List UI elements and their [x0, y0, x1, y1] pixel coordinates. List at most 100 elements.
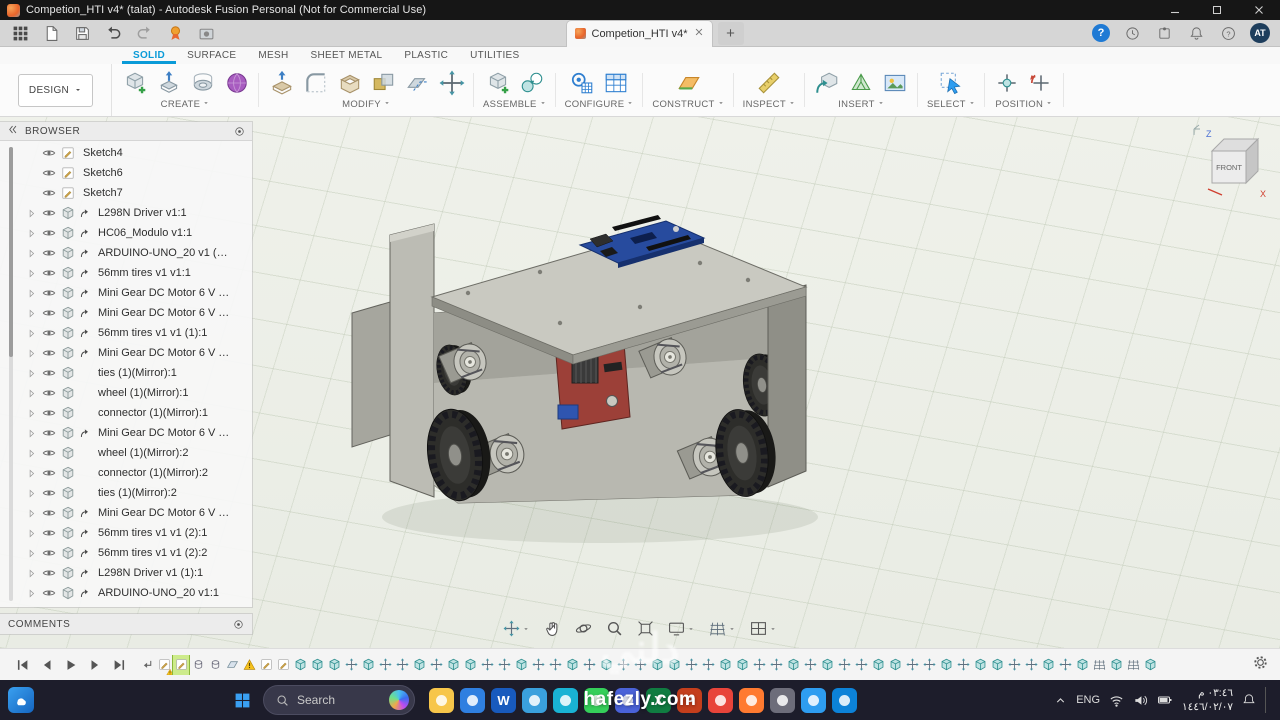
browser-display-toggle-icon[interactable]	[234, 126, 245, 137]
tray-chevron-icon[interactable]	[1054, 694, 1067, 707]
visibility-eye-icon[interactable]	[42, 186, 60, 200]
visibility-eye-icon[interactable]	[42, 286, 60, 300]
visibility-eye-icon[interactable]	[42, 406, 60, 420]
browser-item-label[interactable]: Mini Gear DC Motor 6 V Yellow v2...	[98, 347, 230, 359]
timeline-feature-move[interactable]	[802, 655, 818, 675]
timeline-feature-move[interactable]	[530, 655, 546, 675]
timeline-feature-comp[interactable]	[309, 655, 325, 675]
timeline-feature-comp[interactable]	[938, 655, 954, 675]
document-tab[interactable]: Competion_HTI v4*	[565, 19, 713, 47]
timeline-skip-start-button[interactable]	[14, 656, 31, 673]
viewports-icon[interactable]	[750, 620, 777, 637]
timeline-feature-comp[interactable]	[989, 655, 1005, 675]
press-pull-icon[interactable]	[268, 69, 295, 96]
timeline-feature-comp[interactable]	[564, 655, 580, 675]
expand-arrow-icon[interactable]	[26, 528, 39, 539]
help-icon[interactable]: ?	[1218, 23, 1238, 43]
timeline-feature-comp[interactable]	[598, 655, 614, 675]
language-indicator[interactable]: ENG	[1076, 694, 1100, 706]
timeline-feature-grid[interactable]	[1091, 655, 1107, 675]
timeline-feature-hole[interactable]	[207, 655, 223, 675]
close-button[interactable]	[1238, 0, 1280, 20]
browser-item-label[interactable]: ARDUINO-UNO_20 v1 (1):1	[98, 247, 230, 259]
timeline-feature-comp[interactable]	[445, 655, 461, 675]
visibility-eye-icon[interactable]	[42, 426, 60, 440]
ribbon-tab-sheet-metal[interactable]: SHEET METAL	[300, 47, 394, 64]
expand-arrow-icon[interactable]	[26, 208, 39, 219]
comments-toggle-icon[interactable]	[233, 619, 244, 630]
browser-item-label[interactable]: ties (1)(Mirror):1	[98, 367, 177, 379]
collapse-panel-icon[interactable]	[7, 124, 18, 138]
visibility-eye-icon[interactable]	[42, 206, 60, 220]
vscode-icon[interactable]	[832, 687, 857, 713]
browser-item-label[interactable]: connector (1)(Mirror):1	[98, 407, 208, 419]
display-settings-icon[interactable]	[668, 620, 695, 637]
pan-icon[interactable]	[544, 620, 561, 637]
timeline-feature-move[interactable]	[1006, 655, 1022, 675]
select-window-icon[interactable]	[938, 69, 965, 96]
position-icon[interactable]	[503, 620, 530, 637]
widgets-icon[interactable]	[8, 687, 34, 713]
expand-arrow-icon[interactable]	[26, 308, 39, 319]
visibility-eye-icon[interactable]	[42, 166, 60, 180]
browser-item-mini-gear-dc-motor-6-v-yellow-v2[interactable]: Mini Gear DC Motor 6 V Yellow v2...	[0, 503, 252, 523]
browser-item-mini-gear-dc-motor-6-v-yellow-v2[interactable]: Mini Gear DC Motor 6 V Yellow v2...	[0, 423, 252, 443]
browser-item-label[interactable]: Mini Gear DC Motor 6 V Yello...	[98, 287, 230, 299]
new-component-icon[interactable]	[121, 69, 148, 96]
chrome-icon[interactable]	[708, 687, 733, 713]
comments-panel[interactable]: COMMENTS	[0, 614, 252, 634]
timeline-feature-comp[interactable]	[462, 655, 478, 675]
assistant-icon[interactable]: ?	[1092, 24, 1110, 42]
fillet-icon[interactable]	[302, 69, 329, 96]
browser-item-wheel-1-mirror-2[interactable]: wheel (1)(Mirror):2	[0, 443, 252, 463]
revert-position-icon[interactable]	[1028, 69, 1055, 96]
visibility-eye-icon[interactable]	[42, 266, 60, 280]
browser-item-label[interactable]: wheel (1)(Mirror):1	[98, 387, 188, 399]
browser-item-sketch6[interactable]: Sketch6	[0, 163, 252, 183]
undo-icon[interactable]	[102, 22, 124, 44]
view-cube[interactable]: Z FRONT X	[1188, 123, 1270, 206]
whatsapp-icon[interactable]	[584, 687, 609, 713]
timeline-feature-move[interactable]	[751, 655, 767, 675]
job-status-icon[interactable]	[1122, 23, 1142, 43]
insert-mesh-icon[interactable]	[848, 69, 875, 96]
browser-item-label[interactable]: connector (1)(Mirror):2	[98, 467, 208, 479]
browser-item-sketch4[interactable]: Sketch4	[0, 143, 252, 163]
visibility-eye-icon[interactable]	[42, 366, 60, 380]
timeline-feature-comp[interactable]	[513, 655, 529, 675]
account-avatar[interactable]: AT	[1250, 23, 1270, 43]
decal-icon[interactable]	[882, 69, 909, 96]
new-component-assemble-icon[interactable]	[484, 69, 511, 96]
edge-browser-icon[interactable]	[460, 687, 485, 713]
browser-item-label[interactable]: HC06_Modulo v1:1	[98, 227, 192, 239]
expand-arrow-icon[interactable]	[26, 548, 39, 559]
browser-item-label[interactable]: ties (1)(Mirror):2	[98, 487, 177, 499]
browser-item-56mm-tires-v1-v1-1[interactable]: 56mm tires v1 v1:1	[0, 263, 252, 283]
timeline-feature-comp[interactable]	[870, 655, 886, 675]
browser-item-label[interactable]: Sketch4	[83, 147, 123, 159]
browser-item-label[interactable]: wheel (1)(Mirror):2	[98, 447, 188, 459]
visibility-eye-icon[interactable]	[42, 226, 60, 240]
grid-display-icon[interactable]	[709, 620, 736, 637]
visibility-eye-icon[interactable]	[42, 146, 60, 160]
configuration-table-icon[interactable]	[603, 69, 630, 96]
ribbon-tab-solid[interactable]: SOLID	[122, 47, 176, 64]
close-tab-icon[interactable]	[694, 27, 704, 40]
browser-item-label[interactable]: 56mm tires v1 v1 (2):1	[98, 527, 207, 539]
visibility-eye-icon[interactable]	[42, 246, 60, 260]
timeline-feature-move[interactable]	[615, 655, 631, 675]
timeline-feature-move[interactable]	[547, 655, 563, 675]
timeline-feature-move[interactable]	[496, 655, 512, 675]
redo-icon[interactable]	[133, 22, 155, 44]
look-at-icon[interactable]	[606, 620, 623, 637]
offset-face-icon[interactable]	[404, 69, 431, 96]
expand-arrow-icon[interactable]	[26, 468, 39, 479]
shell-icon[interactable]	[336, 69, 363, 96]
timeline-feature-move[interactable]	[1023, 655, 1039, 675]
timeline-feature-sketch[interactable]	[258, 655, 274, 675]
maximize-button[interactable]	[1196, 0, 1238, 20]
timeline-step-back-button[interactable]	[38, 656, 55, 673]
timeline-feature-move[interactable]	[700, 655, 716, 675]
timeline-feature-comp[interactable]	[649, 655, 665, 675]
timeline-settings-icon[interactable]	[1241, 655, 1280, 675]
